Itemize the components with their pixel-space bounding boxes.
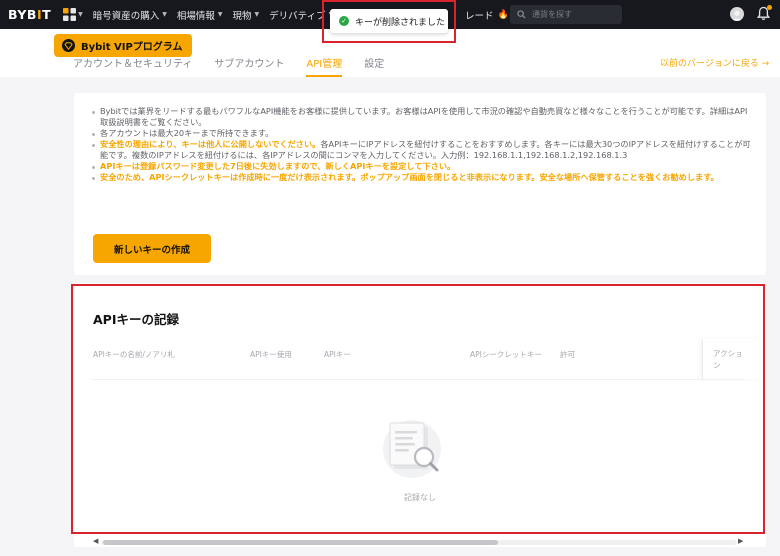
tab-settings[interactable]: 設定 xyxy=(364,55,406,77)
chevron-down-icon: ▼ xyxy=(78,11,83,18)
search-box[interactable] xyxy=(510,5,622,24)
tab-account-security[interactable]: アカウント＆セキュリティ xyxy=(73,55,214,77)
nav-item-label: レード xyxy=(465,10,494,22)
nav-item-label: 現物 xyxy=(232,10,252,22)
note-key-limit: 各アカウントは最大20キーまで所持できます。 xyxy=(92,128,752,139)
create-new-key-button[interactable]: 新しいキーの作成 xyxy=(93,234,211,263)
nav-item-label: デリバティブ xyxy=(269,10,326,22)
chevron-down-icon: ▼ xyxy=(254,11,260,18)
bybit-logo[interactable]: BYB I T xyxy=(8,7,51,22)
nav-item-markets[interactable]: 相場情報 ▼ xyxy=(177,8,223,22)
note-key-expiry: APIキーは登録パスワード変更した7日後に失効しますので、新しくAPIキーを設定… xyxy=(92,161,752,172)
nav-item-label: 暗号資産の購入 xyxy=(92,10,160,22)
avatar[interactable] xyxy=(730,7,744,21)
vip-program-label: Bybit VIPプログラム xyxy=(81,42,183,53)
notification-badge xyxy=(767,5,772,10)
chevron-down-icon: ▼ xyxy=(162,11,167,18)
apps-menu-button[interactable]: ▼ xyxy=(63,8,83,21)
nav-item-label: 相場情報 xyxy=(176,10,215,22)
toast-highlight-frame xyxy=(322,0,456,43)
scroll-right-icon[interactable]: ▶ xyxy=(738,537,743,545)
nav-item-trade[interactable]: レード 🔥 xyxy=(465,8,509,22)
note-secret-once: 安全のため、APIシークレットキーは作成時に一度だけ表示されます。ポップアップ画… xyxy=(92,172,752,183)
note-api-features: Bybitでは業界をリードする最もパワフルなAPI機能をお客様に提供しています。… xyxy=(92,106,752,128)
logo-text-post: T xyxy=(42,7,52,22)
vip-program-button[interactable]: Bybit VIPプログラム xyxy=(54,34,193,57)
back-to-previous-version-link[interactable]: 以前のバージョンに戻る → xyxy=(660,56,769,69)
table-horizontal-scrollbar[interactable]: ◀ ▶ xyxy=(93,537,745,547)
api-info-panel: Bybitでは業界をリードする最もパワフルなAPI機能をお客様に提供しています。… xyxy=(74,93,766,275)
logo-text-pre: BYB xyxy=(8,7,37,22)
flame-icon: 🔥 xyxy=(497,9,509,20)
api-notes-list: Bybitでは業界をリードする最もパワフルなAPI機能をお客様に提供しています。… xyxy=(92,106,752,183)
scroll-left-icon[interactable]: ◀ xyxy=(93,537,98,545)
account-tabs: アカウント＆セキュリティ サブアカウント API管理 設定 xyxy=(73,55,406,77)
search-input[interactable] xyxy=(532,10,612,19)
records-highlight-frame xyxy=(71,284,765,534)
note-ip-binding-warning: 安全性の理由により、キーは他人に公開しないでください。 xyxy=(100,139,321,149)
diamond-icon xyxy=(64,41,73,50)
nav-item-spot[interactable]: 現物 ▼ xyxy=(233,8,260,22)
scrollbar-thumb[interactable] xyxy=(103,540,498,545)
tab-subaccount[interactable]: サブアカウント xyxy=(214,55,306,77)
tab-api-management[interactable]: API管理 xyxy=(306,55,364,77)
vip-badge-icon xyxy=(62,39,75,52)
grid-icon xyxy=(63,8,77,21)
chevron-down-icon: ▼ xyxy=(217,11,223,18)
nav-item-buy-crypto[interactable]: 暗号資産の購入 ▼ xyxy=(93,8,167,22)
search-icon xyxy=(517,10,526,19)
note-ip-binding: 安全性の理由により、キーは他人に公開しないでください。各APIキーにIPアドレス… xyxy=(92,139,752,161)
